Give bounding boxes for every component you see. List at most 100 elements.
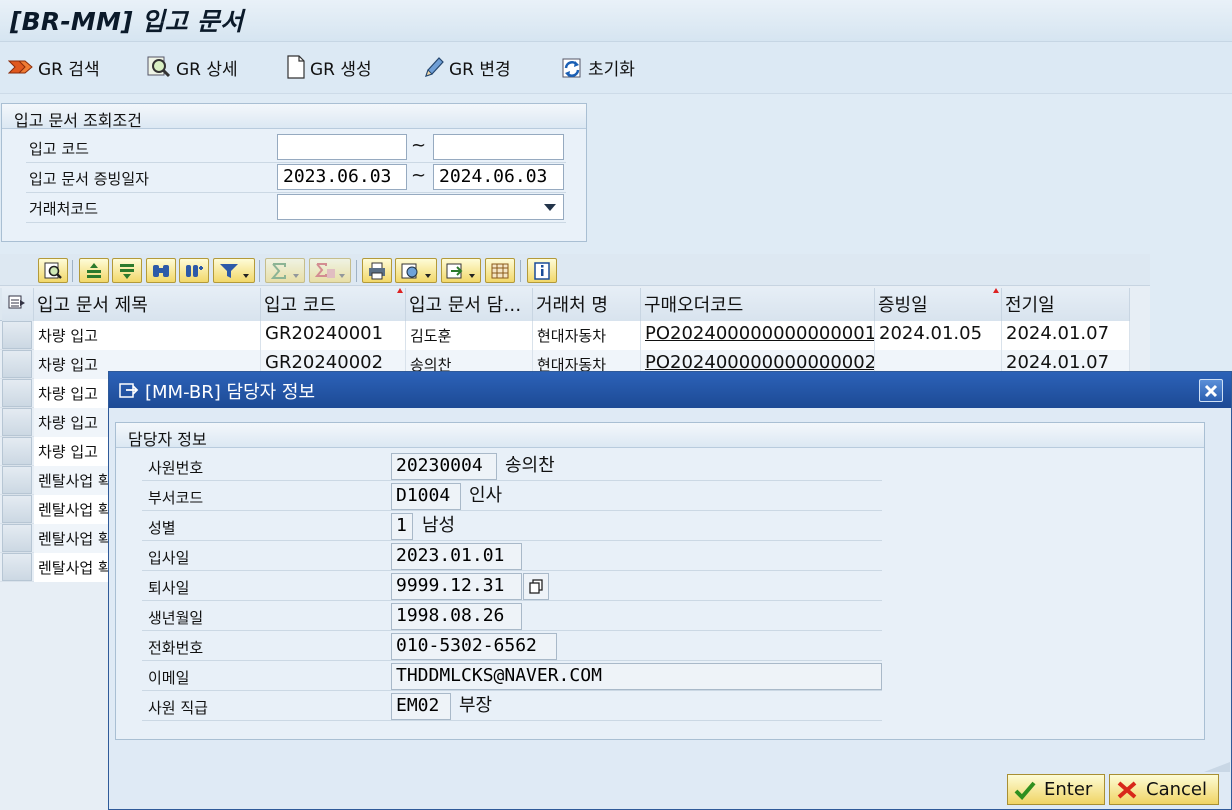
title-bar: [BR-MM] 입고 문서 (0, 0, 1232, 42)
close-icon (1204, 384, 1218, 397)
toolbar-separator (520, 260, 521, 282)
dialog-close-button[interactable] (1199, 379, 1223, 402)
phone-field[interactable]: 010-5302-6562 (391, 633, 557, 660)
vendor-code-row: 거래처코드 (26, 193, 566, 223)
doc-date-from-input[interactable]: 2023.06.03 (277, 164, 407, 190)
dropdown-arrow-icon[interactable] (544, 204, 556, 212)
sigma-sum-icon (270, 262, 299, 279)
position-code-field[interactable]: EM02 (391, 693, 451, 720)
gr-code-from-input[interactable] (277, 134, 407, 160)
doc-date-to-input[interactable]: 2024.06.03 (433, 164, 564, 190)
sort-descending-icon (120, 263, 134, 279)
row-selector[interactable] (2, 321, 32, 349)
column-header-code-label: 입고 코드 (264, 295, 336, 316)
phone-label: 전화번호 (148, 639, 204, 657)
leave-date-copy-button[interactable] (523, 573, 549, 600)
find-next-icon (186, 264, 203, 277)
gender-label: 성별 (148, 519, 176, 537)
detail-icon (44, 262, 62, 279)
gender-text: 남성 (422, 515, 456, 536)
gr-search-button[interactable]: GR 검색 (8, 52, 100, 82)
gr-create-button[interactable]: GR 생성 (286, 52, 372, 82)
find-next-button[interactable] (179, 258, 209, 283)
phone-row: 전화번호 010-5302-6562 (142, 631, 882, 661)
vendor-code-label: 거래처코드 (29, 200, 99, 218)
views-icon (401, 263, 431, 278)
export-button[interactable] (441, 258, 481, 283)
cell-title: 차량 입고 (34, 321, 261, 350)
birth-date-field[interactable]: 1998.08.26 (391, 603, 522, 630)
find-button[interactable] (146, 258, 176, 283)
dept-code-row: 부서코드 D1004 인사 (142, 481, 882, 511)
position-name-text: 부장 (459, 695, 493, 716)
page-title: [BR-MM] 입고 문서 (10, 7, 244, 36)
gr-detail-button[interactable]: GR 상세 (146, 52, 238, 82)
info-button[interactable] (527, 258, 557, 283)
cell-manager[interactable]: 김도훈 (406, 321, 533, 350)
subtotal-button[interactable] (309, 258, 351, 283)
column-header-code[interactable]: 입고 코드 (261, 288, 406, 321)
row-selector[interactable] (2, 408, 32, 436)
cell-po-link[interactable]: PO202400000000000001 (641, 321, 875, 350)
dept-code-field[interactable]: D1004 (391, 483, 461, 510)
layout-button[interactable] (485, 258, 515, 283)
column-header-po[interactable]: 구매오더코드 (641, 288, 875, 321)
reset-button[interactable]: 초기화 (560, 52, 635, 82)
row-selector[interactable] (2, 466, 32, 494)
column-header-post-date[interactable]: 전기일 (1002, 288, 1130, 321)
gr-code-to-input[interactable] (433, 134, 564, 160)
grid-detail-button[interactable] (38, 258, 68, 283)
email-row: 이메일 THDDMLCKS@NAVER.COM (142, 661, 882, 691)
range-tilde: ~ (411, 165, 427, 186)
hire-date-field[interactable]: 2023.01.01 (391, 543, 522, 570)
row-selector[interactable] (2, 495, 32, 523)
leave-date-field[interactable]: 9999.12.31 (391, 573, 522, 600)
dialog-title: [MM-BR] 담당자 정보 (145, 382, 316, 403)
gr-change-button[interactable]: GR 변경 (423, 52, 511, 82)
column-select-all[interactable] (2, 288, 34, 321)
column-header-manager[interactable]: 입고 문서 담… (406, 288, 533, 321)
pencil-icon (425, 57, 444, 77)
checkmark-icon (1014, 781, 1036, 800)
row-selector[interactable] (2, 437, 32, 465)
binoculars-icon (153, 264, 169, 277)
gender-code-field[interactable]: 1 (391, 513, 413, 540)
search-criteria-group: 입고 문서 조회조건 입고 코드 ~ 입고 문서 증빙일자 2023.06.03… (1, 103, 587, 242)
resize-grip-icon[interactable] (1204, 762, 1230, 772)
dept-name-text: 인사 (469, 485, 503, 506)
filter-button[interactable] (213, 258, 255, 283)
column-header-doc-date[interactable]: 증빙일 (875, 288, 1002, 321)
row-selector[interactable] (2, 379, 32, 407)
refresh-icon (562, 58, 581, 78)
column-header-vendor[interactable]: 거래처 명 (533, 288, 641, 321)
email-field[interactable]: THDDMLCKS@NAVER.COM (391, 663, 882, 690)
sum-button[interactable] (265, 258, 305, 283)
execute-arrow-icon (8, 60, 33, 74)
column-header-title[interactable]: 입고 문서 제목 (34, 288, 261, 321)
row-selector[interactable] (2, 553, 32, 581)
sort-indicator-icon (397, 288, 403, 293)
cancel-button[interactable]: Cancel (1109, 774, 1219, 805)
cancel-x-icon (1117, 780, 1137, 799)
gr-code-row: 입고 코드 ~ (26, 133, 566, 163)
gr-create-label: GR 생성 (310, 59, 372, 80)
enter-button[interactable]: Enter (1007, 774, 1105, 805)
row-selector[interactable] (2, 350, 32, 378)
table-layout-icon (491, 263, 509, 278)
print-button[interactable] (362, 258, 392, 283)
toolbar-separator (356, 260, 357, 282)
sort-descending-button[interactable] (112, 258, 142, 283)
copy-icon (529, 578, 543, 594)
sort-indicator-icon (993, 288, 999, 293)
printer-icon (369, 262, 385, 279)
employee-id-field[interactable]: 20230004 (391, 453, 497, 480)
sort-ascending-button[interactable] (79, 258, 109, 283)
dialog-title-bar[interactable]: [MM-BR] 담당자 정보 (109, 372, 1231, 408)
birth-date-label: 생년월일 (148, 609, 204, 627)
select-all-icon (8, 295, 25, 309)
vendor-code-dropdown[interactable] (277, 194, 564, 220)
reset-label: 초기화 (588, 59, 635, 80)
views-button[interactable] (395, 258, 437, 283)
row-selector[interactable] (2, 524, 32, 552)
table-row[interactable]: 차량 입고 GR20240001 김도훈 현대자동차 PO20240000000… (0, 321, 1130, 350)
